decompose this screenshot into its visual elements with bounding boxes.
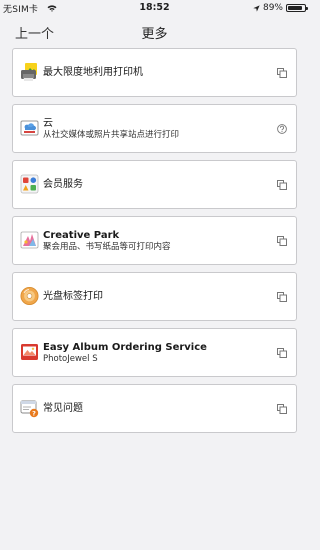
external-link-icon [277,68,287,78]
svg-text:?: ? [32,409,36,417]
location-arrow-icon [253,4,260,12]
menu-item-printer-tips[interactable]: 最大限度地利用打印机 [12,48,297,97]
external-link-icon [277,180,287,190]
menu-item-title: 光盘标签打印 [43,291,103,302]
menu-item-text: Easy Album Ordering Service PhotoJewel S [43,329,268,376]
menu-item-title: 常见问题 [43,403,83,414]
creative-park-icon [20,231,39,249]
battery-percentage: 89% [262,3,283,13]
external-link-icon [277,348,287,358]
menu-item-member-services[interactable]: 会员服务 [12,160,297,209]
external-link-icon [277,292,287,302]
external-link-icon [277,404,287,414]
navigation-bar: 上一个 更多 [0,16,309,50]
menu-item-subtitle: 聚会用品、书写纸品等可打印内容 [43,241,171,252]
menu-item-text: 光盘标签打印 [43,273,268,320]
battery-level [288,6,303,10]
cloud-print-icon [20,120,39,136]
printer-photo-icon [21,63,37,81]
menu-item-disc-label[interactable]: 光盘标签打印 [12,272,297,321]
menu-item-text: Creative Park 聚会用品、书写纸品等可打印内容 [43,217,268,264]
status-bar: 无SIM卡 18:52 89% [0,0,309,16]
menu-item-text: 云 从社交媒体或照片共享站点进行打印 [43,105,268,152]
page-title: 更多 [141,27,168,42]
menu-item-text: 常见问题 [43,385,268,432]
battery-icon [286,4,308,12]
member-services-icon [20,174,39,194]
menu-item-text: 最大限度地利用打印机 [43,49,268,96]
photo-album-icon [21,344,38,360]
status-indicators: 89% [253,2,308,14]
help-icon [277,124,287,134]
external-link-icon [277,236,287,246]
menu-item-faq[interactable]: ? 常见问题 [12,384,297,433]
menu-item-title: 云 [43,117,53,129]
menu-item-title: 会员服务 [43,179,83,190]
faq-icon: ? [20,400,39,417]
menu-item-title: Easy Album Ordering Service [43,341,207,353]
menu-item-title: Creative Park [43,229,120,241]
menu-item-text: 会员服务 [43,161,268,208]
disc-label-icon [20,286,39,306]
menu-item-easy-album[interactable]: Easy Album Ordering Service PhotoJewel S [12,328,297,377]
menu-item-title: 最大限度地利用打印机 [43,67,143,78]
menu-item-creative-park[interactable]: Creative Park 聚会用品、书写纸品等可打印内容 [12,216,297,265]
menu-item-subtitle: PhotoJewel S [43,353,98,364]
more-menu-list: 最大限度地利用打印机 云 从社交媒体或照片共享站点进行打印 会员服务 Creat… [12,48,297,440]
menu-item-cloud[interactable]: 云 从社交媒体或照片共享站点进行打印 [12,104,297,153]
menu-item-subtitle: 从社交媒体或照片共享站点进行打印 [43,129,180,140]
